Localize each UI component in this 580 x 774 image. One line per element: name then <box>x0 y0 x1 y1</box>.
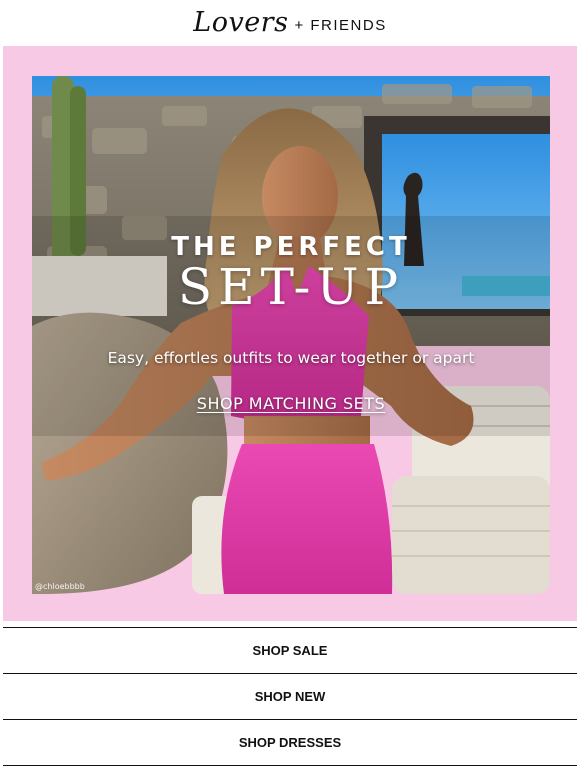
photo-credit: @chloebbbb <box>35 582 85 591</box>
hero-subtitle: Easy, effortles outfits to wear together… <box>107 349 475 367</box>
logo-friends-text: + FRIENDS <box>294 16 387 34</box>
logo-script-text: Lovers <box>193 6 289 38</box>
shop-dresses-link[interactable]: SHOP DRESSES <box>3 719 577 766</box>
footer-nav: SHOP SALE SHOP NEW SHOP DRESSES <box>3 627 577 766</box>
shop-new-link[interactable]: SHOP NEW <box>3 673 577 719</box>
hero-text-overlay: THE PERFECT SET-UP Easy, effortles outfi… <box>32 76 550 594</box>
shop-matching-sets-link[interactable]: SHOP MATCHING SETS <box>32 394 550 413</box>
shop-sale-link[interactable]: SHOP SALE <box>3 627 577 673</box>
hero-headline: SET-UP <box>177 258 405 316</box>
email-header: Lovers + FRIENDS <box>0 0 580 44</box>
brand-logo[interactable]: Lovers + FRIENDS <box>0 0 580 44</box>
